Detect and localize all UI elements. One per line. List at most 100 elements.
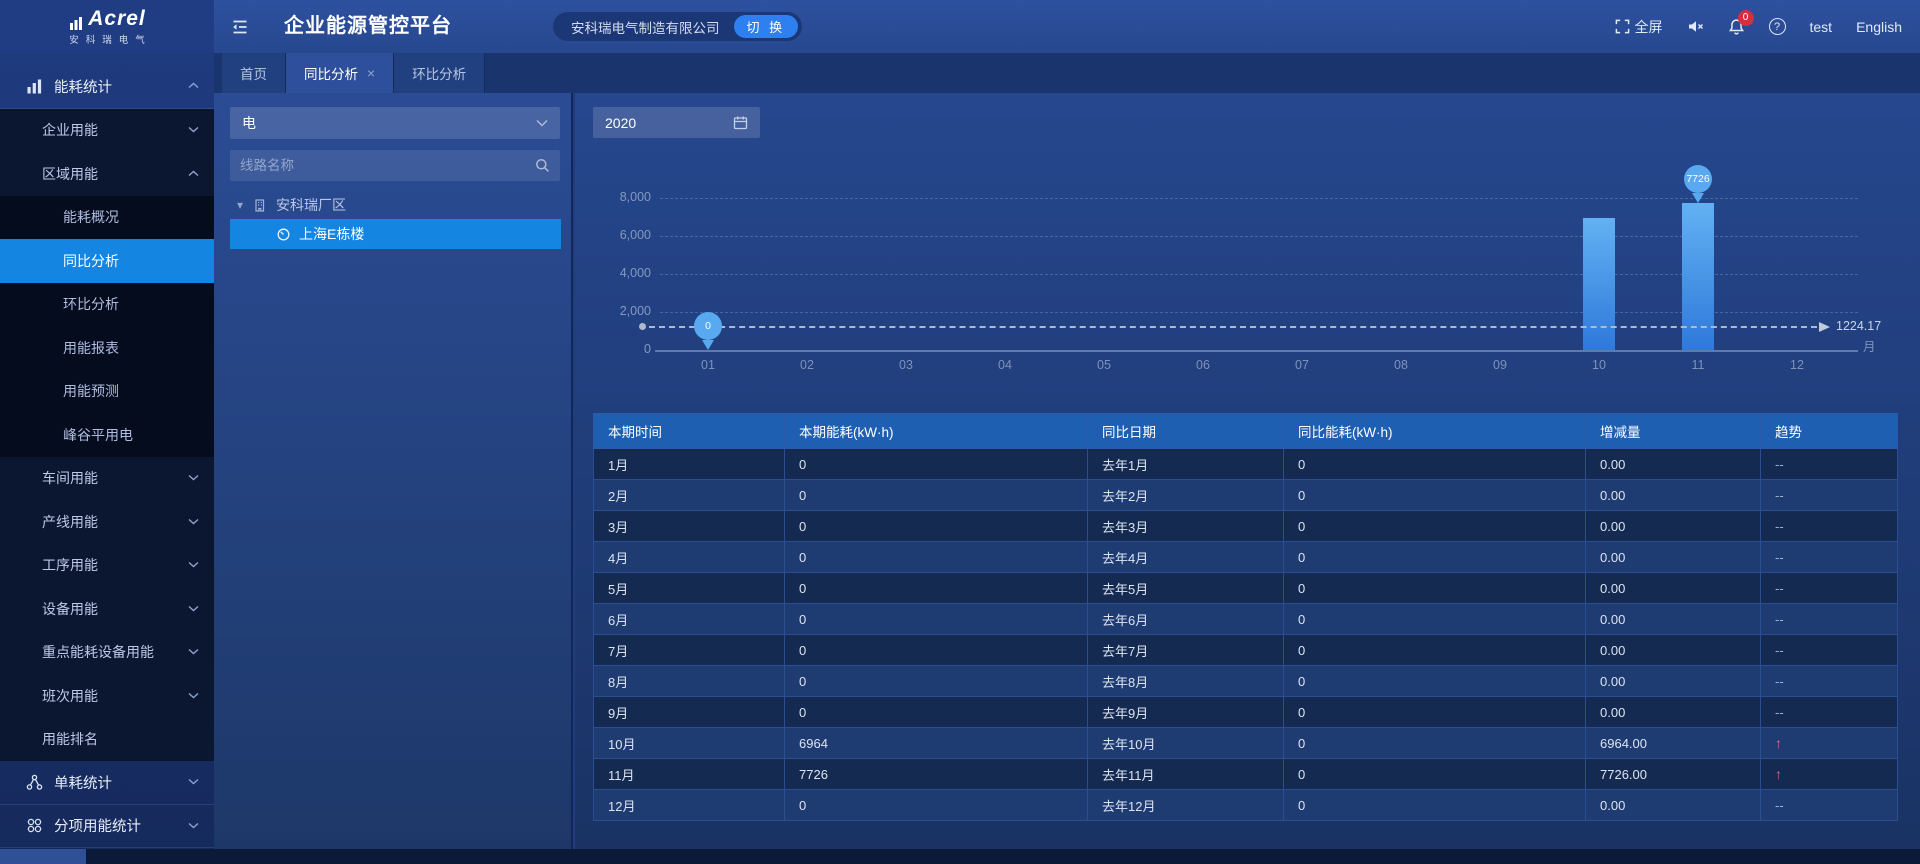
sidebar-item-4[interactable]: 同比分析 bbox=[0, 239, 214, 283]
sidebar-item-label: 车间用能 bbox=[42, 468, 98, 488]
sidebar-item-11[interactable]: 工序用能 bbox=[0, 544, 214, 588]
tab-item-0[interactable]: 首页 bbox=[222, 53, 286, 93]
user-menu[interactable]: test bbox=[1810, 19, 1833, 35]
cell-compare_date: 去年9月 bbox=[1088, 697, 1284, 728]
page-title: 企业能源管控平台 bbox=[284, 0, 452, 53]
cell-trend: -- bbox=[1761, 604, 1898, 635]
tree-node-building-selected[interactable]: 上海E栋楼 bbox=[230, 219, 561, 249]
cell-trend: -- bbox=[1761, 666, 1898, 697]
energy-type-select[interactable]: 电 bbox=[230, 107, 560, 139]
bar-month-11 bbox=[1682, 203, 1714, 350]
cell-trend: ↑ bbox=[1761, 728, 1898, 759]
sidebar-item-label: 用能预测 bbox=[63, 381, 119, 401]
trend-none: -- bbox=[1775, 581, 1784, 596]
sidebar-item-3[interactable]: 能耗概况 bbox=[0, 196, 214, 240]
sidebar-item-6[interactable]: 用能报表 bbox=[0, 326, 214, 370]
table-row: 1月0去年1月00.00-- bbox=[594, 449, 1898, 480]
comparison-table: 本期时间本期能耗(kW·h)同比日期同比能耗(kW·h)增减量趋势1月0去年1月… bbox=[593, 413, 1898, 821]
pin-tail bbox=[1692, 193, 1704, 203]
sidebar-item-14[interactable]: 班次用能 bbox=[0, 674, 214, 718]
column-header: 本期能耗(kW·h) bbox=[785, 414, 1088, 449]
sidebar-item-15[interactable]: 用能排名 bbox=[0, 718, 214, 762]
tab-item-1[interactable]: 同比分析× bbox=[286, 53, 394, 93]
sidebar-item-1[interactable]: 企业用能 bbox=[0, 109, 214, 153]
chevron-down-icon bbox=[188, 605, 199, 613]
company-name: 安科瑞电气制造有限公司 bbox=[571, 17, 720, 37]
gridline bbox=[660, 198, 1858, 199]
tab-item-2[interactable]: 环比分析 bbox=[394, 53, 485, 93]
chevron-down-icon bbox=[188, 692, 199, 700]
tree-node-factory[interactable]: ▾ 安科瑞厂区 bbox=[237, 192, 346, 218]
sidebar-item-17[interactable]: 分项用能统计 bbox=[0, 805, 214, 849]
menu-fold-icon[interactable] bbox=[230, 17, 250, 37]
pin-value: 7726 bbox=[1684, 165, 1712, 193]
cell-trend: -- bbox=[1761, 635, 1898, 666]
chevron-up-icon bbox=[188, 82, 199, 90]
table-row: 10月6964去年10月06964.00↑ bbox=[594, 728, 1898, 759]
cell-month: 6月 bbox=[594, 604, 785, 635]
caret-down-icon[interactable]: ▾ bbox=[237, 198, 243, 212]
cell-current: 0 bbox=[785, 697, 1088, 728]
sidebar-item-9[interactable]: 车间用能 bbox=[0, 457, 214, 501]
open-tabs-bar: 首页同比分析×环比分析 bbox=[214, 53, 1920, 93]
horizontal-scrollbar[interactable] bbox=[0, 849, 1920, 864]
bars-icon bbox=[26, 78, 43, 95]
table-row: 9月0去年9月00.00-- bbox=[594, 697, 1898, 728]
close-tab-icon[interactable]: × bbox=[367, 65, 375, 81]
cell-compare: 0 bbox=[1284, 697, 1586, 728]
trend-none: -- bbox=[1775, 612, 1784, 627]
sidebar-item-label: 区域用能 bbox=[42, 164, 98, 184]
sidebar-item-5[interactable]: 环比分析 bbox=[0, 283, 214, 327]
cell-month: 10月 bbox=[594, 728, 785, 759]
cell-trend: -- bbox=[1761, 449, 1898, 480]
table-row: 2月0去年2月00.00-- bbox=[594, 480, 1898, 511]
fullscreen-button[interactable]: 全屏 bbox=[1615, 17, 1663, 37]
energy-type-value: 电 bbox=[242, 113, 256, 133]
cell-compare_date: 去年1月 bbox=[1088, 449, 1284, 480]
cell-compare_date: 去年3月 bbox=[1088, 511, 1284, 542]
sidebar-item-label: 分项用能统计 bbox=[54, 815, 141, 836]
year-picker[interactable]: 2020 bbox=[593, 107, 760, 138]
scrollbar-thumb[interactable] bbox=[0, 849, 86, 864]
top-header-bar: Acrel 安科瑞电气 企业能源管控平台 安科瑞电气制造有限公司 切 换 全屏 bbox=[0, 0, 1920, 53]
sidebar-item-13[interactable]: 重点能耗设备用能 bbox=[0, 631, 214, 675]
sidebar-item-7[interactable]: 用能预测 bbox=[0, 370, 214, 414]
trend-none: -- bbox=[1775, 488, 1784, 503]
cell-current: 0 bbox=[785, 666, 1088, 697]
cell-compare: 0 bbox=[1284, 449, 1586, 480]
column-header: 增减量 bbox=[1586, 414, 1761, 449]
help-button[interactable]: ? bbox=[1769, 18, 1786, 35]
search-icon bbox=[535, 158, 550, 173]
y-axis-tick-label: 0 bbox=[591, 342, 651, 356]
trend-none: -- bbox=[1775, 705, 1784, 720]
cell-compare: 0 bbox=[1284, 635, 1586, 666]
x-axis-tick-label: 04 bbox=[980, 358, 1030, 372]
sidebar-item-0[interactable]: 能耗统计 bbox=[0, 65, 214, 109]
x-axis-tick-label: 08 bbox=[1376, 358, 1426, 372]
fullscreen-label: 全屏 bbox=[1635, 17, 1663, 37]
line-search-input[interactable] bbox=[240, 158, 535, 173]
sidebar-item-8[interactable]: 峰谷平用电 bbox=[0, 413, 214, 457]
x-axis-tick-label: 01 bbox=[683, 358, 733, 372]
sidebar-item-2[interactable]: 区域用能 bbox=[0, 152, 214, 196]
y-axis-tick-label: 2,000 bbox=[591, 304, 651, 318]
mute-button[interactable] bbox=[1687, 18, 1704, 35]
cell-compare_date: 去年6月 bbox=[1088, 604, 1284, 635]
sidebar-item-12[interactable]: 设备用能 bbox=[0, 587, 214, 631]
sidebar-item-16[interactable]: 单耗统计 bbox=[0, 761, 214, 805]
cell-current: 0 bbox=[785, 790, 1088, 821]
switch-company-button[interactable]: 切 换 bbox=[734, 15, 799, 38]
chevron-down-icon bbox=[188, 648, 199, 656]
cell-delta: 0.00 bbox=[1586, 697, 1761, 728]
sidebar-item-10[interactable]: 产线用能 bbox=[0, 500, 214, 544]
language-switch[interactable]: English bbox=[1856, 19, 1902, 35]
notifications-button[interactable]: 0 bbox=[1728, 18, 1745, 36]
cell-trend: -- bbox=[1761, 697, 1898, 728]
cell-compare_date: 去年4月 bbox=[1088, 542, 1284, 573]
grid-icon bbox=[26, 817, 43, 834]
table-row: 4月0去年4月00.00-- bbox=[594, 542, 1898, 573]
chevron-down-icon bbox=[188, 561, 199, 569]
cell-current: 0 bbox=[785, 480, 1088, 511]
bar-month-10 bbox=[1583, 218, 1615, 350]
brand-name-cn: 安科瑞电气 bbox=[62, 32, 152, 46]
